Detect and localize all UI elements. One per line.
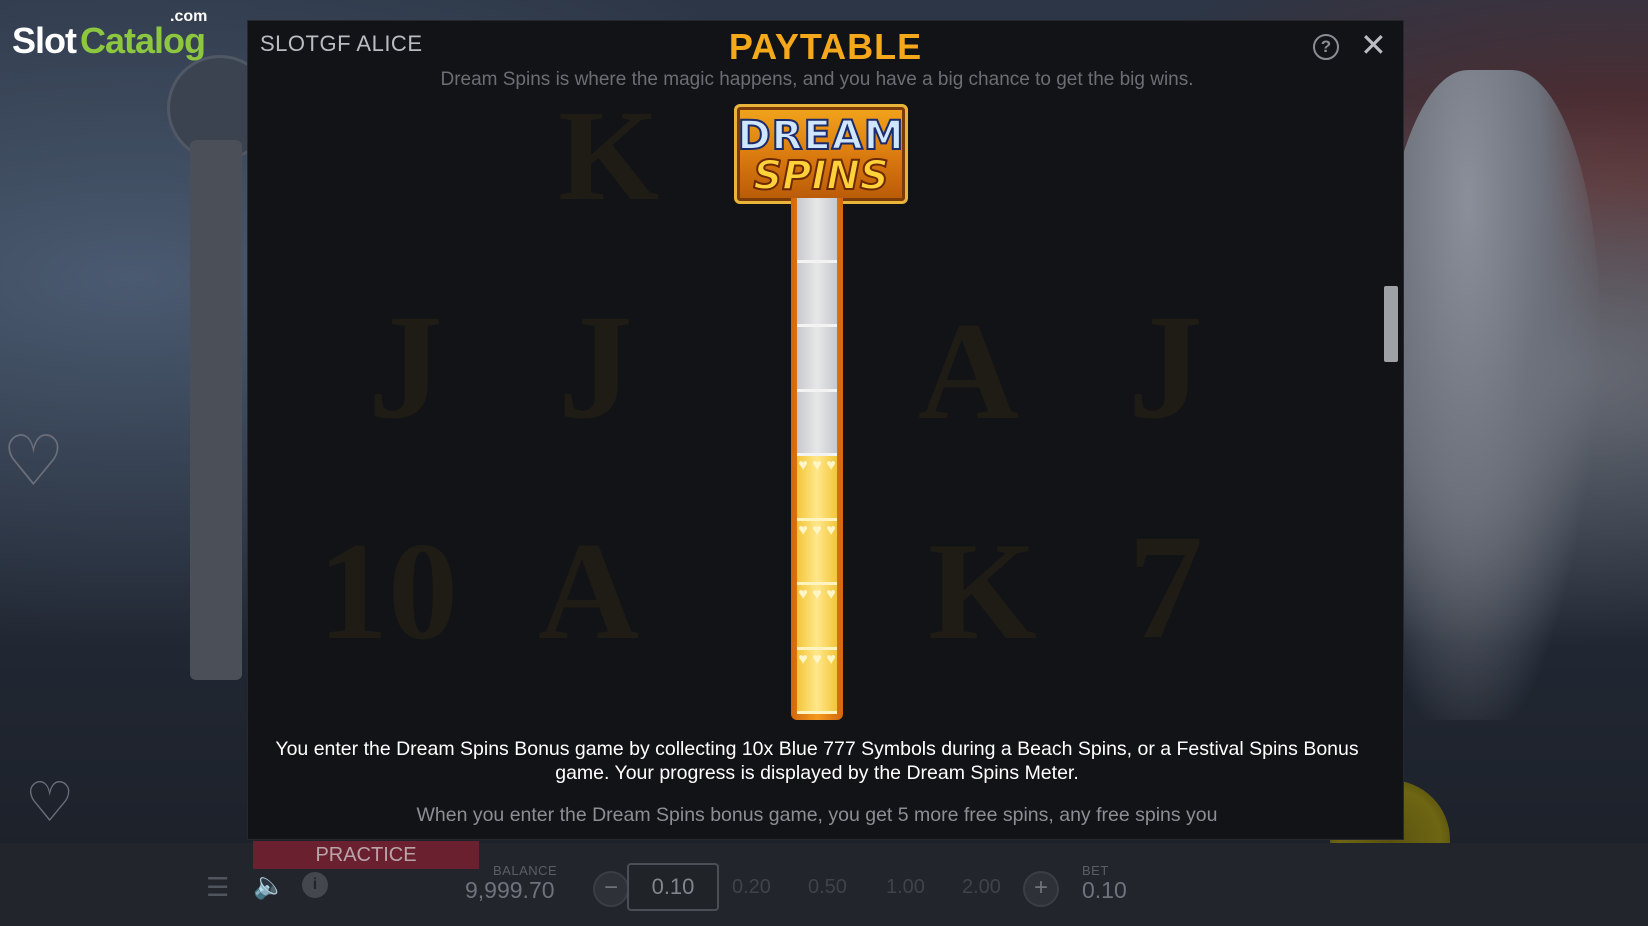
ghost-symbol: J xyxy=(1128,284,1203,450)
menu-icon[interactable]: ☰ xyxy=(206,872,229,903)
ghost-symbol: K xyxy=(928,514,1037,669)
scrollbar-thumb[interactable] xyxy=(1384,286,1398,362)
paytable-title: PAYTABLE xyxy=(728,26,923,67)
bet-option[interactable]: 0.50 xyxy=(808,876,847,899)
ghost-symbol: 7 xyxy=(1128,504,1203,670)
character-illustration xyxy=(1380,70,1600,720)
ghost-symbol: A xyxy=(538,514,640,669)
speaker-icon[interactable]: 🔈 xyxy=(253,870,285,901)
meter-segment-empty xyxy=(797,198,837,263)
bet-increase-button[interactable]: + xyxy=(1023,871,1059,907)
close-icon[interactable]: ✕ xyxy=(1360,29,1387,61)
dream-spins-logo: DREAM SPINS xyxy=(734,104,908,204)
meter-segments: ♥ ♥ ♥ ♥ ♥ ♥ ♥ ♥ ♥ ♥ ♥ ♥ xyxy=(797,198,837,714)
meter-segment-filled: ♥ ♥ ♥ xyxy=(797,520,837,585)
logo-catalog: Catalog xyxy=(80,20,206,61)
meter-segment-filled: ♥ ♥ ♥ xyxy=(797,456,837,521)
balance-value: 9,999.70 xyxy=(465,877,555,903)
description-continued: When you enter the Dream Spins bonus gam… xyxy=(416,804,1218,826)
bet-option[interactable]: 1.00 xyxy=(886,876,925,899)
bet-value: 0.10 xyxy=(1082,877,1127,903)
meter-segment-empty xyxy=(797,327,837,392)
ghost-symbol: J xyxy=(558,284,633,450)
meter-segment-filled: ♥ ♥ ♥ xyxy=(797,649,837,714)
intro-text: Dream Spins is where the magic happens, … xyxy=(440,69,1194,90)
meter-segment-empty xyxy=(797,391,837,456)
logo-slot: Slot xyxy=(12,20,77,61)
side-panel xyxy=(190,140,242,680)
ghost-symbol: A xyxy=(918,294,1020,449)
ghost-symbol: K xyxy=(558,84,660,228)
bet-decrease-button[interactable]: − xyxy=(593,871,629,907)
description-text: You enter the Dream Spins Bonus game by … xyxy=(275,738,1359,784)
meter-segment-empty xyxy=(797,262,837,327)
ghost-symbol: J xyxy=(368,284,443,450)
info-icon[interactable]: i xyxy=(302,872,328,898)
balance-label: BALANCE xyxy=(493,863,558,878)
help-icon[interactable]: ? xyxy=(1313,34,1339,60)
heart-icon-small: ♡ xyxy=(25,771,75,833)
bet-label: BET xyxy=(1082,863,1109,878)
meter-segment-filled: ♥ ♥ ♥ xyxy=(797,585,837,650)
dream-spins-meter: ♥ ♥ ♥ ♥ ♥ ♥ ♥ ♥ ♥ ♥ ♥ ♥ xyxy=(791,198,843,720)
bet-selected[interactable]: 0.10 xyxy=(627,863,719,911)
badge-line-spins: SPINS xyxy=(752,152,889,200)
practice-badge: PRACTICE xyxy=(253,841,479,869)
ghost-symbol: 10 xyxy=(318,514,458,669)
paytable-modal: K J J A J 10 A K 7 SLOTGF ALICE PAYTABLE… xyxy=(247,20,1404,840)
heart-icon: ♡ xyxy=(2,422,65,500)
bet-option[interactable]: 0.20 xyxy=(732,876,771,899)
bet-option[interactable]: 2.00 xyxy=(962,876,1001,899)
